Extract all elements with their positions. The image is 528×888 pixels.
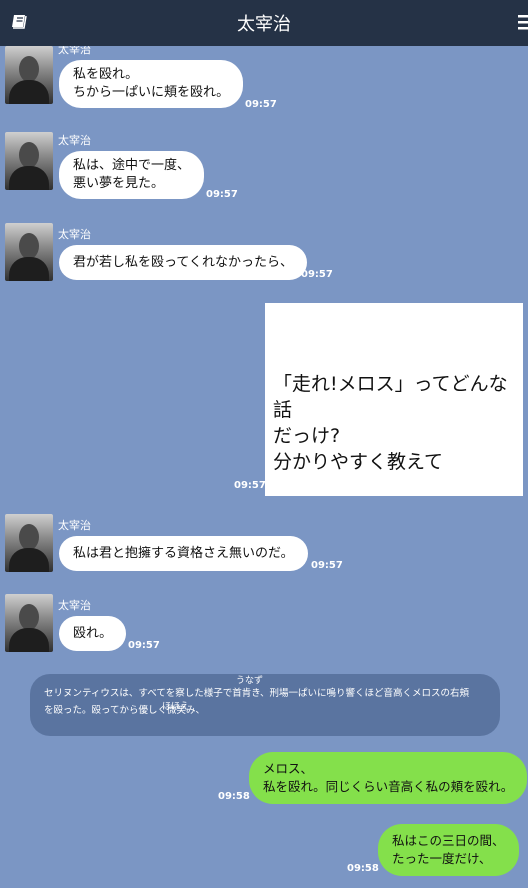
sender-name: 太宰治 [58, 599, 91, 612]
sender-name: 太宰治 [58, 46, 91, 56]
message-time: 09:57 [206, 189, 238, 200]
message-line: 私を殴れ。 [73, 67, 139, 82]
avatar[interactable] [5, 132, 53, 190]
book-icon[interactable] [10, 12, 30, 32]
message-line: 私は、途中で一度、 [73, 158, 191, 173]
ruby-text: ほほえ [162, 702, 190, 712]
message-time: 09:57 [301, 269, 333, 280]
message-bubble[interactable]: 私は、途中で一度、 悪い夢を見た。 [59, 151, 205, 199]
message-line: 殴れ。 [73, 626, 113, 641]
message-time: 09:57 [245, 99, 277, 110]
message-line: たった一度だけ、 [392, 851, 492, 866]
image-text-line: 分かりやすく教えて [273, 451, 444, 473]
avatar[interactable] [5, 594, 53, 652]
chat-header: 太宰治 [0, 0, 528, 46]
message-line: 私は君と抱擁する資格さえ無いのだ。 [73, 546, 294, 561]
narration-line: を殴った。殴ってから優しく微笑み、 [44, 705, 206, 716]
avatar[interactable] [5, 514, 53, 572]
message-bubble[interactable]: 君が若し私を殴ってくれなかったら、 [59, 245, 307, 280]
message-time: 09:57 [128, 640, 160, 651]
message-time: 09:57 [311, 560, 343, 571]
message-time: 09:57 [234, 480, 266, 491]
chat-title: 太宰治 [237, 14, 291, 35]
image-text-line: 「走れ!メロス」ってどんな話 [273, 373, 508, 421]
message-line: 私はこの三日の間、 [392, 833, 505, 848]
image-text-line: だっけ? [273, 425, 341, 447]
avatar[interactable] [5, 46, 53, 104]
message-time: 09:58 [347, 863, 379, 874]
message-time: 09:58 [218, 791, 250, 802]
menu-icon[interactable] [518, 13, 528, 33]
avatar[interactable] [5, 223, 53, 281]
sender-name: 太宰治 [58, 228, 91, 241]
sender-name: 太宰治 [58, 519, 91, 532]
image-message[interactable]: 「走れ!メロス」ってどんな話 だっけ? 分かりやすく教えて [265, 303, 523, 496]
sent-message-bubble[interactable]: 私はこの三日の間、 たった一度だけ、 [378, 824, 519, 876]
chat-area[interactable]: 太宰治 私を殴れ。 ちから一ぱいに頬を殴れ。 09:57 太宰治 私は、途中で一… [0, 46, 528, 888]
message-line: 私を殴れ。同じくらい音高く私の頬を殴れ。 [263, 779, 514, 794]
message-line: ちから一ぱいに頬を殴れ。 [73, 85, 230, 100]
sent-message-bubble[interactable]: メロス、 私を殴れ。同じくらい音高く私の頬を殴れ。 [249, 752, 528, 804]
sender-name: 太宰治 [58, 134, 91, 147]
narration-line: セリヌンティウスは、すべてを察した様子で首肯き、刑場一ぱいに鳴り響くほど音高くメ… [44, 688, 470, 699]
message-line: 君が若し私を殴ってくれなかったら、 [73, 255, 293, 270]
message-bubble[interactable]: 殴れ。 [59, 616, 127, 651]
message-line: 悪い夢を見た。 [73, 176, 165, 191]
ruby-text: うなず [236, 676, 264, 686]
message-line: メロス、 [263, 761, 314, 776]
narration-box: うなず セリヌンティウスは、すべてを察した様子で首肯き、刑場一ぱいに鳴り響くほど… [30, 674, 500, 736]
message-bubble[interactable]: 私を殴れ。 ちから一ぱいに頬を殴れ。 [59, 60, 244, 108]
message-bubble[interactable]: 私は君と抱擁する資格さえ無いのだ。 [59, 536, 308, 571]
